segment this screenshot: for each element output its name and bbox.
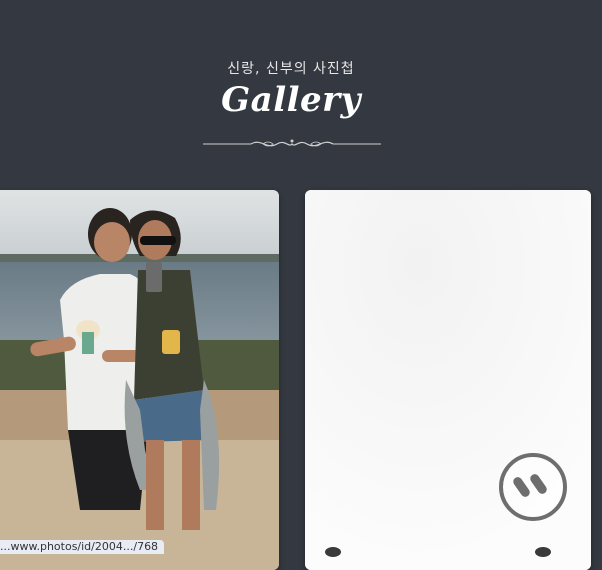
slideshow-pause-button[interactable] <box>498 452 568 522</box>
gallery-header: 신랑, 신부의 사진첩 Gallery <box>0 0 602 190</box>
pause-icon <box>499 453 567 521</box>
gallery-subtitle: 신랑, 신부의 사진첩 <box>227 61 355 77</box>
couple-photo[interactable] <box>0 190 279 570</box>
ornamental-divider <box>203 139 381 147</box>
gallery-title: Gallery <box>221 80 361 120</box>
gallery-photo-card[interactable] <box>0 190 279 570</box>
